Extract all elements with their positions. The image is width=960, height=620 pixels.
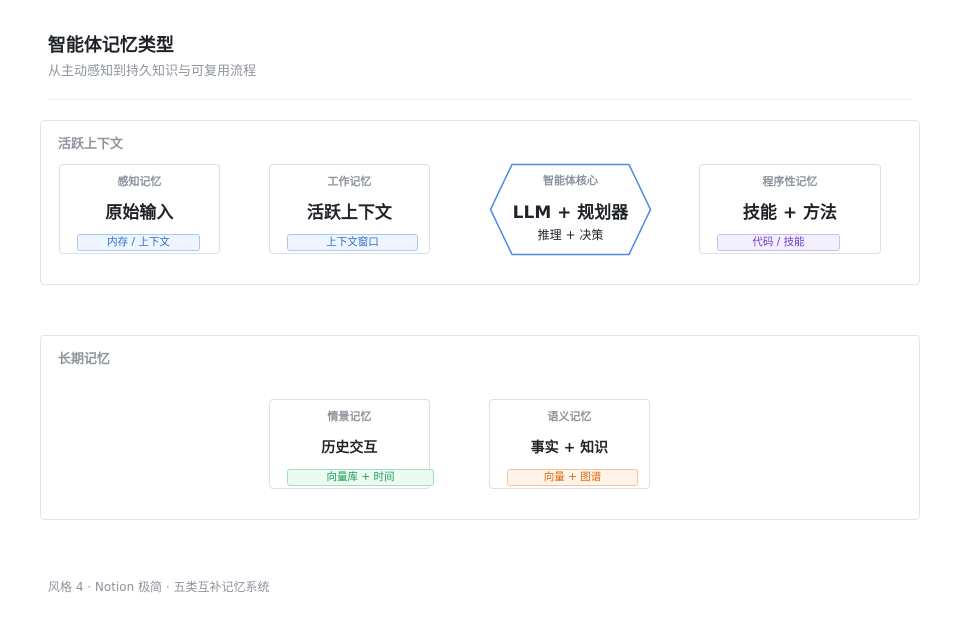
card-main: 历史交互 xyxy=(321,440,378,456)
footer-note: 风格 4 · Notion 极简 · 五类互补记忆系统 xyxy=(48,580,270,594)
card-main: 技能 + 方法 xyxy=(742,203,838,223)
card-tag: 代码 / 技能 xyxy=(717,234,840,251)
card-label: 程序性记忆 xyxy=(762,175,818,188)
card-label: 情景记忆 xyxy=(327,410,372,423)
card-tag: 内存 / 上下文 xyxy=(77,234,200,251)
page-subtitle: 从主动感知到持久知识与可复用流程 xyxy=(48,64,257,79)
card-tag: 向量 + 图谱 xyxy=(507,469,638,486)
semantic-memory-card: 语义记忆 事实 + 知识 向量 + 图谱 xyxy=(489,399,650,489)
core-main: LLM + 规划器 xyxy=(512,203,629,223)
working-memory-card: 工作记忆 活跃上下文 上下文窗口 xyxy=(269,164,430,254)
sensory-memory-card: 感知记忆 原始输入 内存 / 上下文 xyxy=(59,164,220,254)
header-divider xyxy=(48,99,912,100)
page-title: 智能体记忆类型 xyxy=(48,35,174,56)
procedural-memory-card: 程序性记忆 技能 + 方法 代码 / 技能 xyxy=(699,164,881,254)
card-main: 事实 + 知识 xyxy=(530,440,609,456)
card-tag: 向量库 + 时间 xyxy=(287,469,434,486)
card-tag: 上下文窗口 xyxy=(287,234,418,251)
core-label: 智能体核心 xyxy=(543,174,598,187)
episodic-memory-card: 情景记忆 历史交互 向量库 + 时间 xyxy=(269,399,434,489)
active-context-label: 活跃上下文 xyxy=(58,137,124,152)
long-term-label: 长期记忆 xyxy=(58,352,111,367)
agent-core-hexagon: 智能体核心 LLM + 规划器 推理 + 决策 xyxy=(489,163,652,256)
card-main: 活跃上下文 xyxy=(307,203,392,223)
card-label: 工作记忆 xyxy=(327,175,372,188)
long-term-panel: 长期记忆 xyxy=(40,335,920,520)
card-main: 原始输入 xyxy=(105,203,174,223)
core-sub: 推理 + 决策 xyxy=(537,228,604,242)
card-label: 感知记忆 xyxy=(117,175,162,188)
card-label: 语义记忆 xyxy=(547,410,592,423)
